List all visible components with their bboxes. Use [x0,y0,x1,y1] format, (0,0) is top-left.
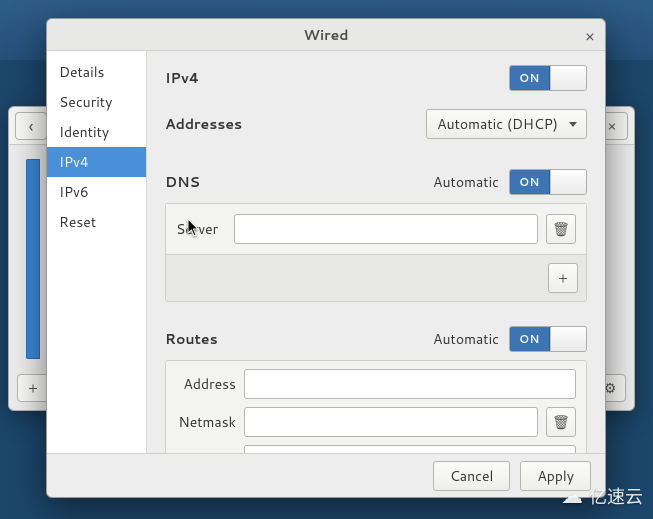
sidebar-item-reset[interactable]: Reset [47,207,146,237]
route-gateway-input[interactable] [244,445,576,453]
dns-add-button[interactable]: + [548,263,578,293]
close-icon: × [608,116,617,136]
dialog-titlebar: Wired × [47,19,605,51]
dns-server-input[interactable] [234,214,538,244]
trash-icon: 🗑 [552,219,570,239]
dns-automatic-label: Automatic [433,172,499,192]
cloud-icon: ☁ [561,480,583,511]
route-netmask-input[interactable] [244,407,538,437]
chevron-left-icon: ‹ [29,113,34,139]
dns-heading: DNS [165,172,200,192]
watermark-text: 亿速云 [589,483,643,509]
add-item-button[interactable]: + [17,374,49,402]
watermark: ☁ 亿速云 [561,480,643,511]
sidebar-item-ipv4[interactable]: IPv4 [47,147,146,177]
plus-icon: + [28,378,38,398]
background-side-selection [26,159,40,359]
dialog-footer: Cancel Apply [47,453,605,497]
route-netmask-label: Netmask [176,412,236,432]
chevron-down-icon [569,122,577,127]
content-pane: IPv4 ON Addresses Automatic (DHCP) DNS A… [147,51,605,453]
dialog-close-button[interactable]: × [585,25,595,48]
dns-delete-button[interactable]: 🗑 [546,214,576,244]
routes-automatic-toggle[interactable]: ON [509,326,587,352]
dns-panel: Server 🗑 + [165,203,587,302]
route-delete-button[interactable]: 🗑 [546,407,576,437]
dialog-title: Wired [304,25,349,45]
sidebar-item-ipv6[interactable]: IPv6 [47,177,146,207]
toggle-on-label: ON [510,327,550,351]
back-button[interactable]: ‹ [15,112,47,140]
addresses-label: Addresses [165,114,242,134]
addresses-mode-select[interactable]: Automatic (DHCP) [426,109,587,139]
ipv4-toggle[interactable]: ON [509,65,587,91]
sidebar-item-details[interactable]: Details [47,57,146,87]
routes-automatic-label: Automatic [433,329,499,349]
cancel-button[interactable]: Cancel [433,461,511,491]
routes-heading: Routes [165,329,218,349]
toggle-knob [550,327,586,351]
toggle-knob [550,170,586,194]
routes-panel: Address Netmask 🗑 Gateway [165,360,587,453]
connection-dialog: Wired × Details Security Identity IPv4 I… [46,18,606,498]
settings-sidebar: Details Security Identity IPv4 IPv6 Rese… [47,51,147,453]
route-address-input[interactable] [244,369,576,399]
sidebar-item-security[interactable]: Security [47,87,146,117]
addresses-mode-value: Automatic (DHCP) [437,114,558,134]
toggle-knob [550,66,586,90]
dns-server-label: Server [176,219,226,239]
ipv4-heading: IPv4 [165,68,199,88]
plus-icon: + [558,268,568,288]
trash-icon: 🗑 [552,412,570,432]
toggle-on-label: ON [510,66,550,90]
sidebar-item-identity[interactable]: Identity [47,117,146,147]
toggle-on-label: ON [510,170,550,194]
dns-automatic-toggle[interactable]: ON [509,169,587,195]
route-address-label: Address [176,374,236,394]
